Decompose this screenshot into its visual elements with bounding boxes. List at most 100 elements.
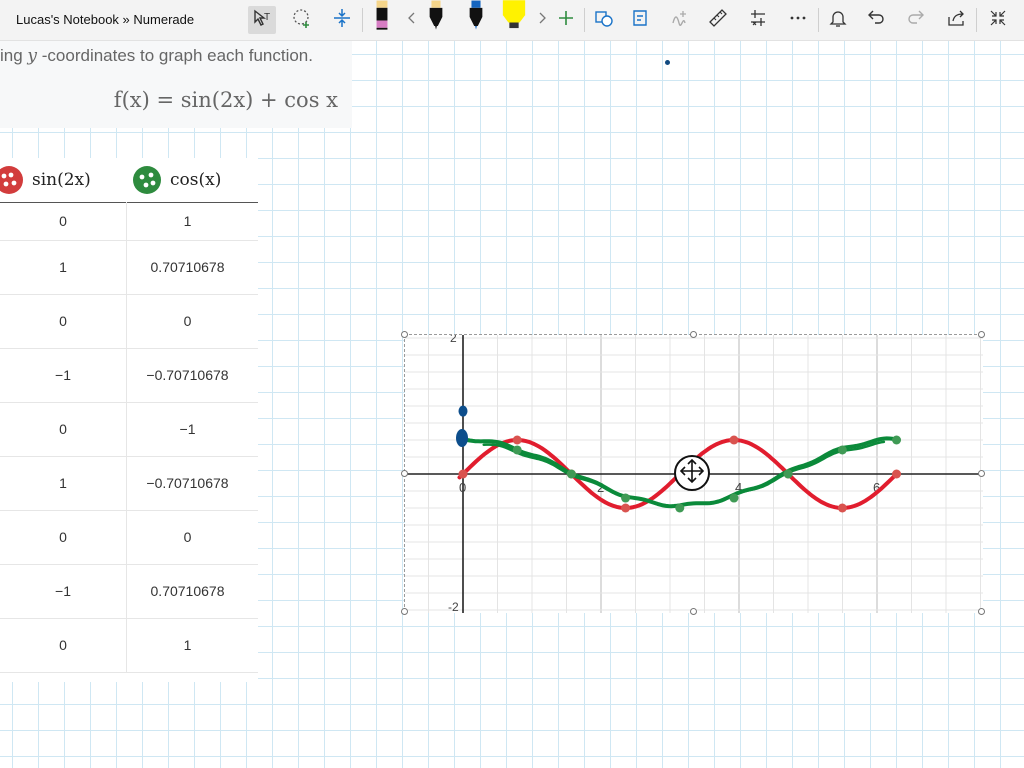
- full-screen-button[interactable]: [984, 6, 1012, 34]
- cell-sin: −1: [0, 348, 127, 402]
- lasso-icon: [291, 7, 313, 34]
- cell-sin: 0: [0, 618, 127, 672]
- function-formula: f(x) = sin(2x) + cos x: [113, 88, 338, 112]
- red-point: [729, 435, 739, 445]
- instruction-suffix: -coordinates to graph each function.: [37, 46, 313, 65]
- undo-button[interactable]: [862, 6, 890, 34]
- collapse-icon: [987, 7, 1009, 34]
- lasso-shape-button[interactable]: [288, 6, 316, 34]
- column-header-cos: cos(x): [132, 158, 258, 202]
- instruction-text: ing y -coordinates to graph each functio…: [0, 46, 313, 66]
- blue-ink-dot: [458, 405, 468, 417]
- pen-icon: [426, 0, 446, 37]
- table-row: 01: [0, 202, 258, 241]
- cell-sin: 0: [0, 510, 127, 564]
- undo-icon: [865, 7, 887, 34]
- y-tick-label: 2: [450, 335, 457, 345]
- cell-cos: 0.70710678: [150, 259, 225, 275]
- notifications-button[interactable]: [824, 6, 852, 34]
- green-point: [892, 435, 902, 445]
- bell-icon: [827, 7, 849, 34]
- green-point: [621, 493, 631, 503]
- cell-cos: 1: [183, 637, 192, 653]
- table-row: 00: [0, 510, 258, 565]
- resize-handle[interactable]: [401, 331, 408, 338]
- ink-to-shape-button[interactable]: [590, 6, 618, 34]
- highlighter-yellow-button[interactable]: [500, 0, 528, 36]
- resize-handle[interactable]: [978, 608, 985, 615]
- resize-handle[interactable]: [978, 470, 985, 477]
- plus-icon: [555, 7, 577, 34]
- table-row: 00: [0, 294, 258, 349]
- move-arrows-icon: [679, 458, 705, 489]
- highlighter-icon: [501, 0, 527, 37]
- green-point: [675, 503, 685, 513]
- ruler-button[interactable]: [704, 6, 732, 34]
- ink-to-text-icon: [629, 7, 651, 34]
- problem-text-block: ing y -coordinates to graph each functio…: [0, 40, 352, 128]
- toolbar: Lucas's Notebook » Numerade T: [0, 0, 1024, 41]
- chevron-left-icon: [401, 7, 423, 34]
- more-icon: [787, 7, 809, 34]
- ink-to-math-button[interactable]: [666, 6, 694, 34]
- column-label-sin: sin(2x): [32, 170, 91, 190]
- cell-sin: 0: [0, 402, 127, 456]
- add-pen-button[interactable]: [552, 6, 580, 34]
- add-space-icon: [331, 7, 353, 34]
- cell-sin: 1: [0, 456, 127, 510]
- add-space-button[interactable]: [328, 6, 356, 34]
- cell-cos: −1: [179, 421, 196, 437]
- pen-pink-button[interactable]: [368, 0, 396, 36]
- ink-dot: [665, 60, 670, 65]
- svg-text:T: T: [264, 12, 270, 23]
- ruler-icon: [707, 7, 729, 34]
- red-point: [458, 469, 468, 479]
- resize-handle[interactable]: [690, 331, 697, 338]
- x-tick-label: 0: [459, 480, 466, 495]
- lasso-select-button[interactable]: T: [248, 6, 276, 34]
- app-title: Lucas's Notebook » Numerade: [16, 12, 195, 27]
- cell-cos: 0: [183, 313, 192, 329]
- pen-icon: [466, 0, 486, 37]
- shapes-icon: [593, 7, 615, 34]
- calculator-icon: [747, 7, 769, 34]
- pen-black-button[interactable]: [422, 0, 450, 36]
- table-row: −1 −0.70710678: [0, 348, 258, 403]
- share-button[interactable]: [942, 6, 970, 34]
- blue-ink-mark: [456, 429, 468, 447]
- math-icon: [669, 7, 691, 34]
- cell-sin: 1: [0, 240, 127, 294]
- green-point: [729, 493, 739, 503]
- cell-cos: 1: [183, 213, 192, 229]
- share-icon: [945, 7, 967, 34]
- column-label-cos: cos(x): [170, 170, 222, 190]
- red-point: [837, 503, 847, 513]
- table-row: −1 0.70710678: [0, 564, 258, 619]
- toolbar-divider: [818, 8, 819, 32]
- resize-handle[interactable]: [401, 470, 408, 477]
- green-dot-icon: [132, 165, 162, 195]
- cell-sin: 0: [0, 202, 127, 240]
- redo-button[interactable]: [902, 6, 930, 34]
- cell-cos: 0.70710678: [150, 583, 225, 599]
- table-row: 1 −0.70710678: [0, 456, 258, 511]
- resize-handle[interactable]: [978, 331, 985, 338]
- resize-handle[interactable]: [401, 608, 408, 615]
- values-table: sin(2x) cos(x) 0 1 1 0.70710678 0 0 −1 −0.70710…: [0, 158, 258, 682]
- cell-sin: −1: [0, 564, 127, 618]
- math-tools-button[interactable]: [744, 6, 772, 34]
- instruction-variable: y: [27, 46, 38, 66]
- lasso-text-icon: T: [251, 7, 273, 34]
- pen-blue-button[interactable]: [462, 0, 490, 36]
- more-button[interactable]: [784, 6, 812, 34]
- ink-to-text-button[interactable]: [626, 6, 654, 34]
- toolbar-divider: [362, 8, 363, 32]
- cell-cos: −0.70710678: [146, 367, 229, 383]
- green-point: [837, 445, 847, 455]
- resize-handle[interactable]: [690, 608, 697, 615]
- cell-cos: 0: [183, 529, 192, 545]
- move-handle[interactable]: [674, 455, 710, 491]
- cell-sin: 0: [0, 294, 127, 348]
- y-tick-label: -2: [448, 600, 459, 613]
- pen-icon: [372, 0, 392, 37]
